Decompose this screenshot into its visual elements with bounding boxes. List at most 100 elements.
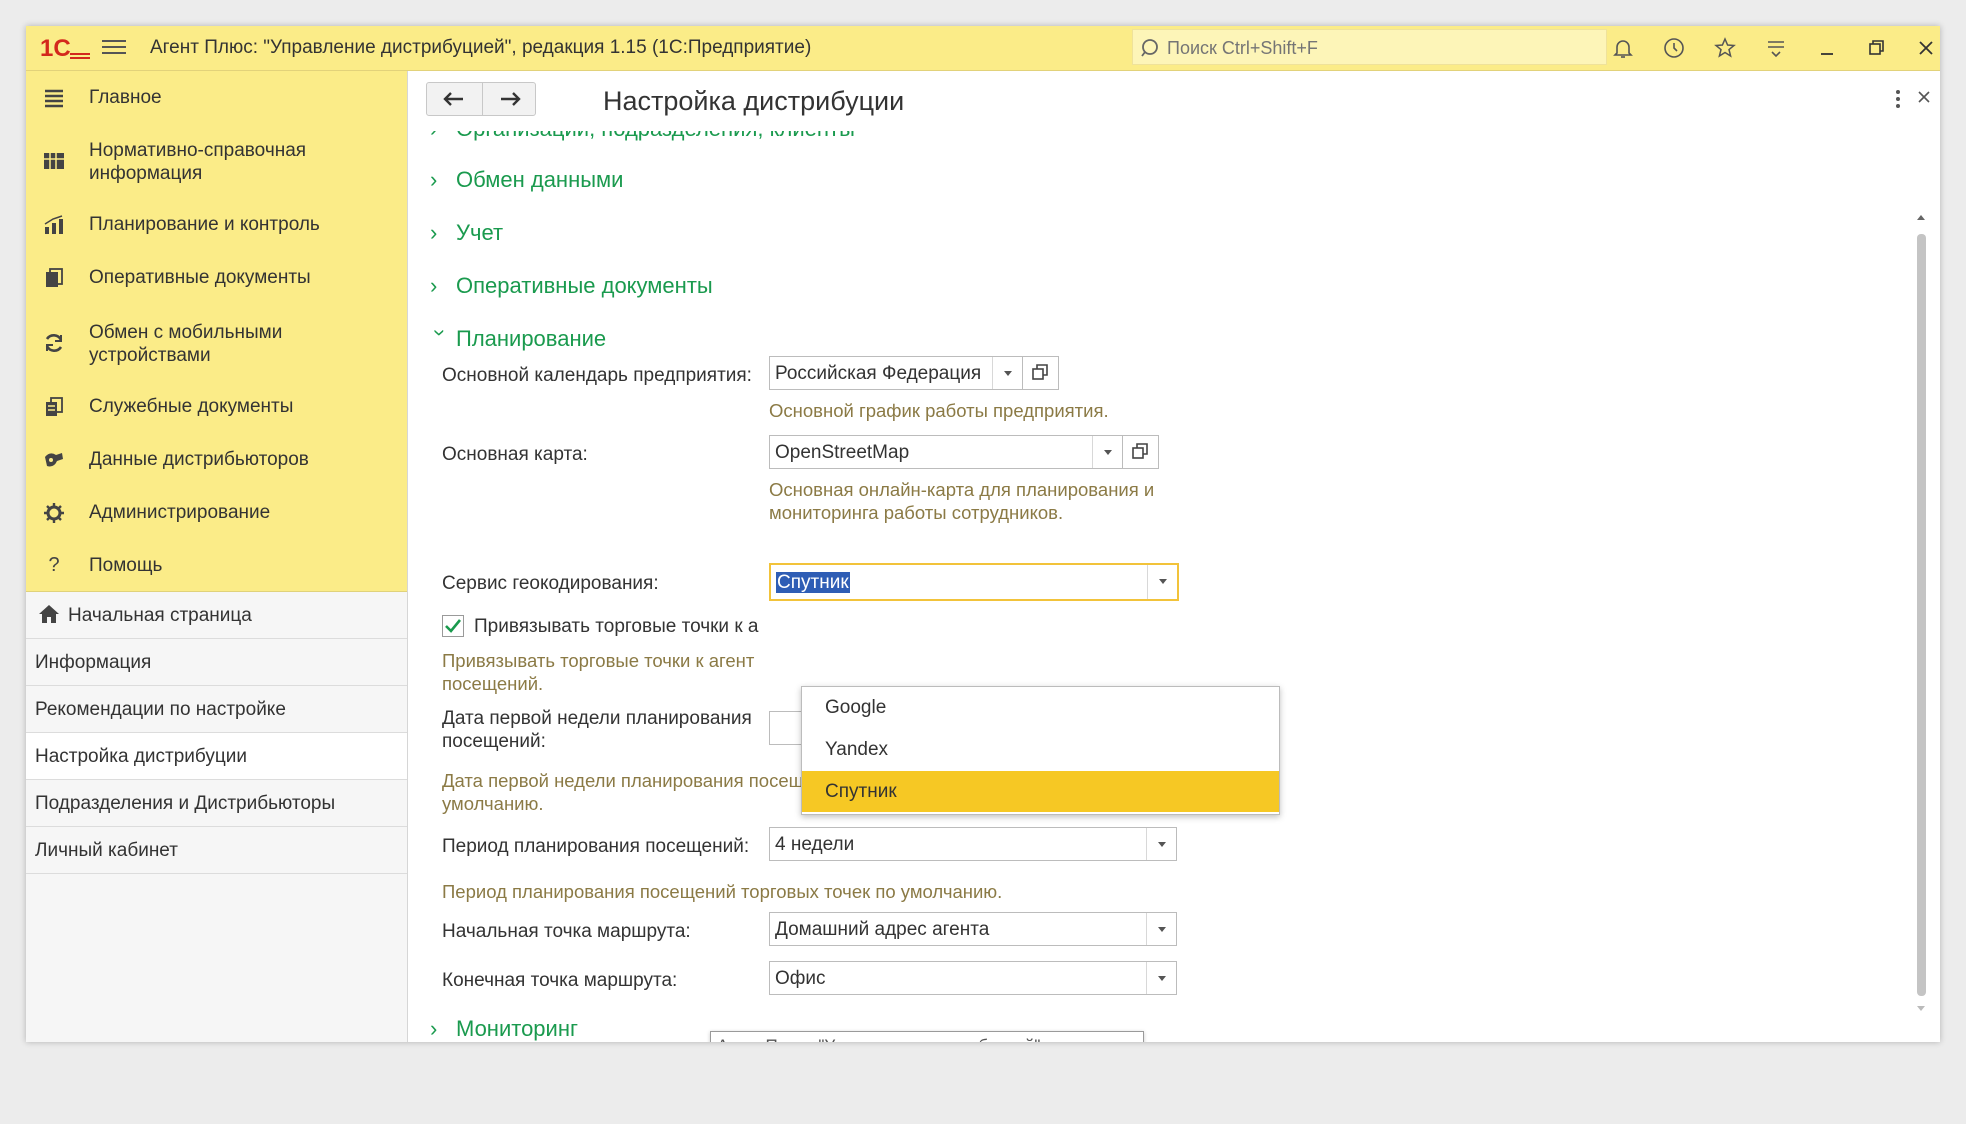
restore-icon[interactable] — [1864, 36, 1888, 60]
list-icon — [45, 89, 63, 108]
geo-option-sputnik[interactable]: Спутник — [802, 771, 1279, 812]
section-admin[interactable]: Администрирование — [26, 501, 407, 535]
bind-label: Привязывать торговые точки к а — [474, 616, 759, 637]
geo-option-yandex[interactable]: Yandex — [802, 729, 1279, 770]
map-open-button[interactable] — [1123, 435, 1159, 469]
calendar-open-button[interactable] — [1023, 356, 1059, 390]
sync-icon — [45, 334, 63, 352]
distributor-icon — [45, 453, 63, 467]
sections-panel: Главное Нормативно-справочная информация… — [26, 71, 407, 592]
bind-checkbox[interactable] — [442, 615, 464, 637]
geo-dropdown-button[interactable] — [1147, 565, 1178, 599]
start-label: Начальная точка маршрута: — [442, 921, 691, 942]
search-input[interactable] — [1165, 35, 1589, 61]
map-field[interactable]: OpenStreetMap — [769, 435, 1123, 469]
chevron-right-icon: › — [430, 167, 438, 192]
quick-link-cabinet[interactable]: Личный кабинет — [26, 827, 407, 874]
history-nav — [426, 82, 536, 116]
period-dropdown-button[interactable] — [1146, 828, 1177, 860]
minimize-icon[interactable] — [1815, 36, 1839, 60]
group-orgs[interactable]: ›Организации, подразделения, клиенты — [430, 131, 855, 142]
quick-link-label: Начальная страница — [68, 605, 252, 626]
option-label: Yandex — [825, 739, 889, 760]
arrow-right-icon — [501, 92, 521, 106]
section-service-docs[interactable]: Служебные документы — [26, 395, 407, 429]
quick-link-home[interactable]: Начальная страница — [26, 592, 407, 639]
group-exchange[interactable]: › Обмен данными — [430, 167, 623, 193]
scroll-up-icon[interactable] — [1916, 213, 1926, 221]
end-dropdown-button[interactable] — [1146, 962, 1177, 994]
section-distributors[interactable]: Данные дистрибьюторов — [26, 448, 407, 482]
period-field[interactable]: 4 недели — [769, 827, 1177, 861]
close-form-icon[interactable] — [1916, 89, 1932, 105]
section-label: Служебные документы — [89, 396, 294, 417]
section-exchange[interactable]: Обмен с мобильными устройствами — [26, 319, 407, 369]
section-label: Обмен с мобильными устройствами — [89, 322, 283, 366]
option-label: Спутник — [825, 781, 897, 802]
section-operative[interactable]: Оперативные документы — [26, 266, 407, 300]
map-value: OpenStreetMap — [775, 442, 910, 463]
service-docs-icon — [46, 397, 63, 416]
section-label: Главное — [89, 87, 162, 108]
geo-dropdown-list: Google Yandex Спутник — [801, 686, 1280, 815]
start-field[interactable]: Домашний адрес агента — [769, 912, 1177, 946]
star-icon[interactable] — [1713, 36, 1737, 60]
end-field[interactable]: Офис — [769, 961, 1177, 995]
bell-icon[interactable] — [1611, 36, 1635, 60]
back-button[interactable] — [427, 83, 481, 115]
chevron-right-icon: › — [430, 273, 438, 298]
group-exchange-label: Обмен данными — [456, 167, 624, 192]
group-planning-label: Планирование — [456, 326, 607, 351]
geo-field[interactable]: Спутник — [769, 563, 1179, 601]
map-dropdown-button[interactable] — [1092, 436, 1123, 468]
vertical-scrollbar[interactable] — [1914, 153, 1928, 1013]
close-window-icon[interactable] — [1914, 36, 1938, 60]
app-title: Агент Плюс: "Управление дистрибуцией", р… — [150, 37, 812, 58]
menu-icon[interactable] — [102, 36, 126, 60]
quick-link-divisions[interactable]: Подразделения и Дистрибьюторы — [26, 780, 407, 827]
quick-link-info[interactable]: Информация — [26, 639, 407, 686]
scroll-down-icon[interactable] — [1916, 1005, 1926, 1013]
calendar-label: Основной календарь предприятия: — [442, 365, 752, 386]
period-label: Период планирования посещений: — [442, 836, 750, 857]
settings-menu-icon[interactable] — [1764, 36, 1788, 60]
more-actions-icon[interactable] — [1894, 89, 1902, 109]
main-form: Настройка дистрибуции ›Организации, подр… — [408, 71, 1940, 1042]
section-main[interactable]: Главное — [26, 86, 407, 120]
gear-icon — [44, 503, 64, 523]
app-window: 1С Агент Плюс: "Управление дистрибуцией"… — [26, 26, 1940, 1042]
checkmark-icon — [445, 619, 462, 633]
title-bar: 1С Агент Плюс: "Управление дистрибуцией"… — [26, 26, 1940, 71]
scroll-thumb[interactable] — [1917, 234, 1926, 996]
end-label: Конечная точка маршрута: — [442, 970, 678, 991]
calendar-field[interactable]: Российская Федерация — [769, 356, 1023, 390]
section-label: Планирование и контроль — [89, 214, 320, 235]
geo-label: Сервис геокодирования: — [442, 573, 659, 594]
group-accounting[interactable]: › Учет — [430, 220, 503, 246]
quick-link-label: Подразделения и Дистрибьюторы — [35, 793, 336, 814]
open-icon — [1132, 443, 1148, 459]
start-dropdown-button[interactable] — [1146, 913, 1177, 945]
1c-logo-icon[interactable]: 1С — [38, 34, 94, 62]
section-catalogs[interactable]: Нормативно-справочная информация — [26, 137, 407, 187]
group-planning[interactable]: › Планирование — [428, 326, 607, 352]
quick-link-distribution-settings[interactable]: Настройка дистрибуции — [26, 733, 407, 780]
end-value: Офис — [775, 968, 826, 989]
forward-button[interactable] — [482, 83, 537, 115]
calendar-dropdown-button[interactable] — [992, 357, 1023, 389]
global-search[interactable] — [1132, 29, 1607, 65]
history-icon[interactable] — [1662, 36, 1686, 60]
calendar-hint: Основной график работы предприятия. — [769, 400, 1109, 421]
help-icon: ? — [48, 554, 60, 576]
group-operative[interactable]: › Оперативные документы — [430, 273, 713, 299]
quick-link-recommendations[interactable]: Рекомендации по настройке — [26, 686, 407, 733]
chevron-down-icon: › — [428, 329, 453, 337]
section-label: Помощь — [89, 555, 163, 576]
section-planning[interactable]: Планирование и контроль — [26, 213, 407, 247]
period-hint: Период планирования посещений торговых т… — [442, 881, 1003, 902]
section-label: Данные дистрибьюторов — [89, 449, 309, 470]
section-help[interactable]: ? Помощь — [26, 554, 407, 588]
group-monitoring[interactable]: › Мониторинг — [430, 1016, 578, 1042]
calendar-value: Российская Федерация — [775, 363, 982, 384]
geo-option-google[interactable]: Google — [802, 687, 1279, 728]
